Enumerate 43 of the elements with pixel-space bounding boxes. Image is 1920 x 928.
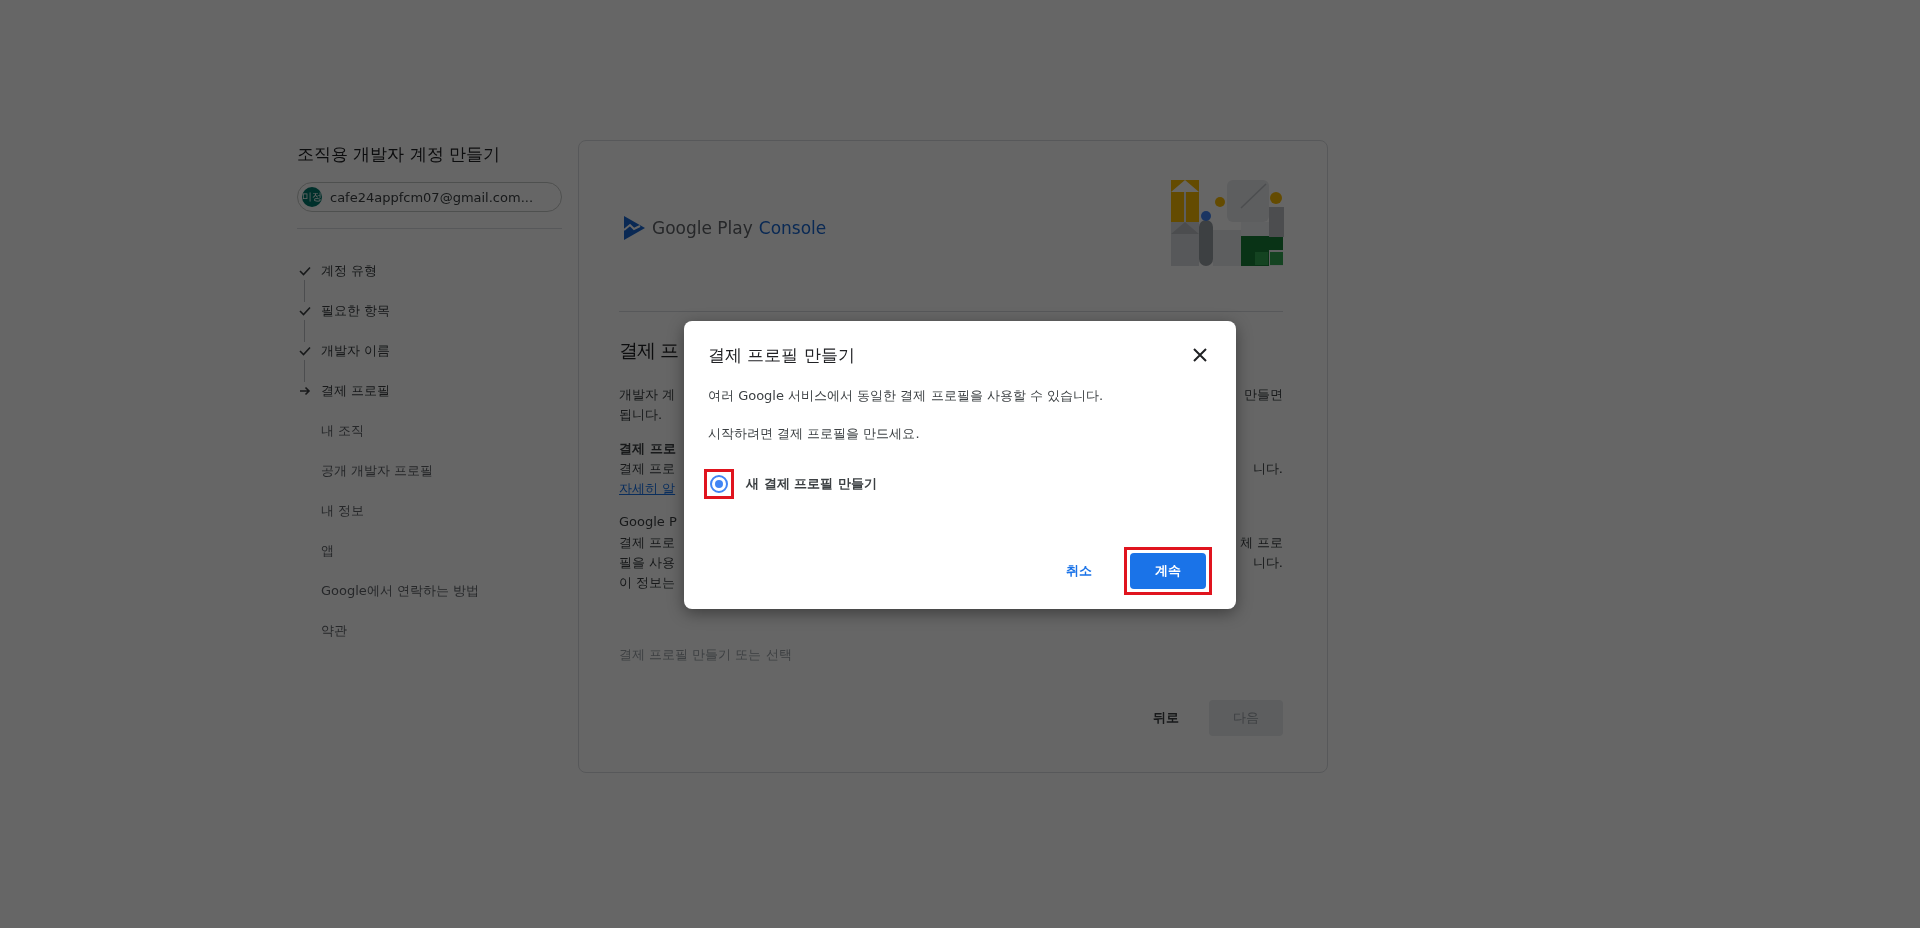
body-text: 이 정보는 xyxy=(619,574,676,592)
dialog-text: 여러 Google 서비스에서 동일한 결제 프로필을 사용할 수 있습니다. xyxy=(708,387,1105,405)
body-text: 필을 사용 xyxy=(619,554,676,572)
close-icon xyxy=(1193,348,1207,362)
arrow-right-icon xyxy=(299,386,311,396)
dialog-text: 시작하려면 결제 프로필을 만드세요. xyxy=(708,425,921,443)
option-label[interactable]: 새 결제 프로필 만들기 xyxy=(746,475,877,493)
body-text: 개발자 계 xyxy=(619,386,676,404)
step-label[interactable]: 공개 개발자 프로필 xyxy=(321,462,434,480)
checkmark-icon xyxy=(299,266,311,276)
cancel-button[interactable]: 취소 xyxy=(1056,554,1102,588)
learn-more-link[interactable]: 자세히 알 xyxy=(619,480,676,500)
step-label[interactable]: 내 조직 xyxy=(321,422,365,440)
step-label[interactable]: 계정 유형 xyxy=(321,262,378,280)
body-text: 니다. xyxy=(1252,554,1283,572)
body-text: 결제 프로 xyxy=(619,460,676,478)
play-console-logo-icon xyxy=(622,215,646,241)
step-label[interactable]: 내 정보 xyxy=(321,502,365,520)
step-label[interactable]: 결제 프로필 xyxy=(321,382,391,400)
back-button[interactable]: 뒤로 xyxy=(1143,701,1189,735)
step-label[interactable]: 앱 xyxy=(321,542,334,560)
step-label[interactable]: Google에서 연락하는 방법 xyxy=(321,582,480,600)
account-email: cafe24appfcm07@gmail.com... xyxy=(330,189,534,205)
step-label[interactable]: 개발자 이름 xyxy=(321,342,391,360)
step-label[interactable]: 필요한 항목 xyxy=(321,302,391,320)
avatar: 미정 xyxy=(302,187,322,207)
body-text: 됩니다. xyxy=(619,406,663,424)
body-text: Google P xyxy=(619,514,677,531)
section-heading: 결제 프 xyxy=(619,338,679,363)
body-text: 체 프로 xyxy=(1239,534,1283,552)
body-text: 만들면 xyxy=(1244,386,1283,404)
dialog-title: 결제 프로필 만들기 xyxy=(708,343,855,367)
continue-button[interactable]: 계속 xyxy=(1130,553,1206,589)
logo-product: Console xyxy=(758,218,827,238)
radio-button[interactable] xyxy=(710,475,728,493)
checkmark-icon xyxy=(299,306,311,316)
logo-brand: Google Play xyxy=(652,218,753,238)
page-title: 조직용 개발자 계정 만들기 xyxy=(297,143,502,166)
body-text: 결제 프로 xyxy=(619,440,676,458)
checkmark-icon xyxy=(299,346,311,356)
body-text: 결제 프로 xyxy=(619,534,676,552)
step-label[interactable]: 약관 xyxy=(321,622,347,640)
body-text: 니다. xyxy=(1252,460,1283,478)
